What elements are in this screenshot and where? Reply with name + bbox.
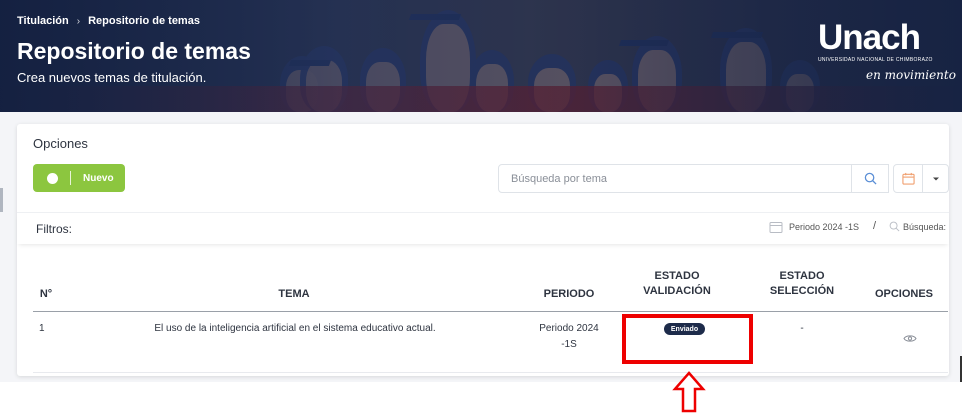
breadcrumb: Titulación › Repositorio de temas: [17, 15, 200, 27]
column-header-line: SELECCIÓN: [769, 285, 835, 297]
page-subtitle: Crea nuevos temas de titulación.: [17, 70, 207, 85]
calendar-button[interactable]: [893, 164, 923, 193]
column-header-line: VALIDACIÓN: [643, 285, 711, 297]
filter-periodo: Periodo 2024 -1S: [769, 221, 859, 233]
button-divider: [70, 171, 71, 185]
table-header-divider: [33, 311, 948, 312]
breadcrumb-item-titulacion[interactable]: Titulación: [17, 15, 69, 27]
left-edge-strip: [0, 188, 3, 212]
calendar-icon: [769, 222, 783, 233]
new-button-label: Nuevo: [83, 172, 114, 184]
table-cell-tema: El uso de la inteligencia artificial en …: [154, 323, 436, 334]
filters-bar: Filtros: Periodo 2024 -1S / Búsqueda:: [17, 212, 949, 244]
unach-logo: Unach UNIVERSIDAD NACIONAL DE CHIMBORAZO…: [818, 18, 956, 83]
column-header-line: ESTADO: [779, 270, 825, 282]
filter-periodo-value: Periodo 2024 -1S: [789, 222, 860, 232]
breadcrumb-separator: ›: [76, 15, 81, 27]
new-topic-button[interactable]: Nuevo: [33, 164, 125, 192]
main-panel: Opciones Nuevo Filtros: Per: [17, 124, 949, 376]
calendar-icon: [901, 172, 915, 185]
search-icon: [864, 172, 877, 185]
circle-icon: [47, 172, 58, 184]
search-topic-input[interactable]: [498, 164, 852, 193]
view-button[interactable]: [903, 330, 917, 348]
column-header-opciones: OPCIONES: [874, 288, 934, 300]
table-cell-estado-seleccion: -: [800, 323, 804, 334]
column-header-tema: TEMA: [278, 288, 310, 300]
column-header-number: N°: [39, 288, 53, 300]
table-row-divider: [33, 372, 948, 373]
column-header-estado-validacion: ESTADO VALIDACIÓN: [627, 269, 727, 299]
search-icon: [889, 221, 900, 232]
periodo-line: -1S: [561, 339, 577, 350]
logo-small-text: UNIVERSIDAD NACIONAL DE CHIMBORAZO: [818, 57, 933, 63]
page-title: Repositorio de temas: [17, 38, 251, 64]
periodo-line: Periodo 2024: [539, 323, 599, 334]
column-header-periodo: PERIODO: [543, 288, 595, 300]
search-button[interactable]: [852, 164, 889, 193]
column-header-estado-seleccion: ESTADO SELECCIÓN: [752, 269, 852, 299]
eye-icon: [903, 335, 917, 342]
arrow-up-icon: [672, 371, 706, 413]
filter-separator: /: [873, 220, 877, 232]
period-dropdown-button[interactable]: [923, 164, 949, 193]
table-cell-periodo: Periodo 2024 -1S: [527, 321, 611, 353]
logo-main-text: Unach: [818, 18, 921, 57]
filters-label: Filtros:: [36, 222, 72, 236]
table-cell-number: 1: [39, 323, 45, 334]
column-header-line: ESTADO: [654, 270, 700, 282]
caret-down-icon: [932, 177, 939, 180]
filter-busqueda: Búsqueda:: [889, 221, 946, 232]
highlight-box: [622, 314, 753, 364]
breadcrumb-item-repositorio: Repositorio de temas: [88, 15, 200, 27]
options-label: Opciones: [33, 136, 88, 151]
filter-busqueda-label: Búsqueda:: [903, 221, 947, 232]
logo-tagline: en movimiento: [866, 68, 956, 82]
